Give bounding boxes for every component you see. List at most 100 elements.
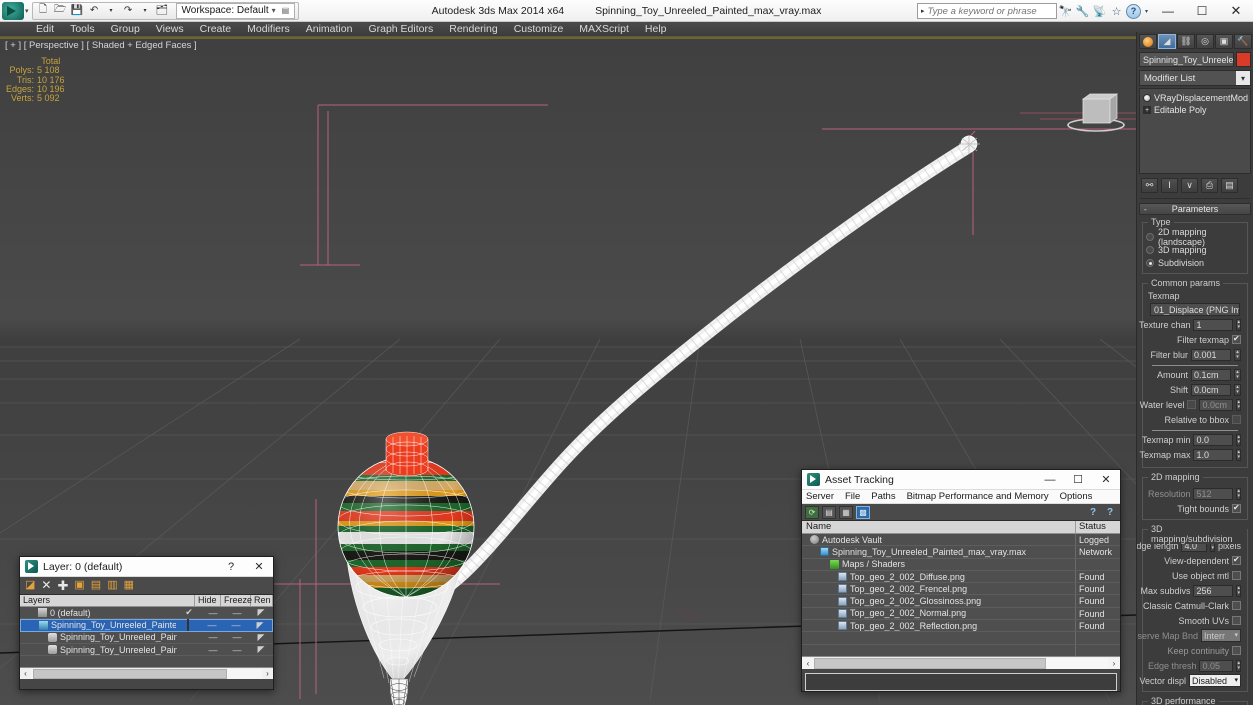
scroll-left-icon[interactable]: ‹: [802, 657, 814, 669]
help-icon[interactable]: ?: [1125, 2, 1142, 20]
layer-hscrollbar[interactable]: ‹ ›: [20, 667, 273, 679]
layer-render-toggle[interactable]: ◤: [249, 632, 273, 643]
layer-dialog-help-button[interactable]: ?: [217, 557, 245, 577]
hierarchy-tab[interactable]: ⛓: [1177, 34, 1195, 49]
vector-displ-select[interactable]: Disabled ▾: [1189, 674, 1241, 687]
close-button[interactable]: ✕: [1219, 0, 1253, 22]
grid-view-icon[interactable]: ▩: [856, 505, 870, 519]
at-menu-file[interactable]: File: [845, 491, 860, 502]
app-logo-icon[interactable]: [2, 1, 24, 20]
create-new-layer-icon[interactable]: ◪: [25, 580, 35, 591]
layer-list[interactable]: 0 (default) ✔ — — ◤ Spinning_Toy_Unreele…: [20, 607, 273, 667]
water-level-checkbox[interactable]: [1187, 400, 1197, 409]
scroll-thumb[interactable]: [814, 657, 1047, 669]
list-item[interactable]: 0 (default) ✔ — — ◤: [20, 607, 273, 620]
scroll-thumb[interactable]: [33, 668, 228, 679]
menu-item-modifiers[interactable]: Modifiers: [239, 22, 298, 37]
list-item[interactable]: Spinning_Toy_Unreeled_Painted — — ◤: [20, 632, 273, 644]
satellite-icon[interactable]: 📡: [1091, 2, 1108, 20]
keep-continuity-checkbox[interactable]: [1232, 646, 1241, 655]
relative-bbox-checkbox[interactable]: [1232, 415, 1241, 424]
table-row[interactable]: Autodesk Vault Logged: [802, 534, 1120, 547]
layer-render-toggle[interactable]: ◤: [249, 607, 273, 618]
asset-tracking-close-button[interactable]: ✕: [1092, 470, 1120, 490]
amount-spinner[interactable]: ▴ ▾: [1234, 368, 1241, 381]
table-row[interactable]: Top_geo_2_002_Frencel.png Found: [802, 583, 1120, 596]
add-selection-icon[interactable]: ✚: [57, 579, 68, 592]
menu-item-customize[interactable]: Customize: [506, 22, 572, 37]
layer-freeze-toggle[interactable]: —: [225, 645, 249, 655]
pin-stack-icon[interactable]: ⚯: [1141, 178, 1158, 193]
menu-item-animation[interactable]: Animation: [298, 22, 361, 37]
table-row[interactable]: Top_geo_2_002_Diffuse.png Found: [802, 570, 1120, 584]
radio-icon[interactable]: [1146, 233, 1154, 241]
menu-item-help[interactable]: Help: [637, 22, 675, 37]
texmap-max-input[interactable]: 1.0: [1193, 448, 1234, 461]
layer-freeze-toggle[interactable]: —: [225, 608, 249, 618]
scroll-right-icon[interactable]: ›: [262, 669, 273, 678]
rollout-collapse-icon[interactable]: -: [1144, 205, 1147, 214]
edge-thresh-spinner[interactable]: ▴ ▾: [1236, 659, 1241, 672]
layer-active-check[interactable]: [176, 619, 200, 632]
chevron-down-icon[interactable]: ▾: [1234, 675, 1238, 687]
list-item[interactable]: Spinning_Toy_Unreeled_Painted — — ◤: [20, 644, 273, 657]
menu-item-create[interactable]: Create: [192, 22, 240, 37]
filter-blur-input[interactable]: 0.001: [1191, 348, 1231, 361]
object-color-swatch[interactable]: [1236, 52, 1251, 67]
at-menu-paths[interactable]: Paths: [871, 491, 895, 502]
scroll-track[interactable]: [814, 657, 1108, 669]
remove-modifier-icon[interactable]: ⎙: [1201, 178, 1218, 193]
table-row[interactable]: Top_geo_2_002_Reflection.png Found: [802, 620, 1120, 633]
undo-dropdown-icon[interactable]: ▾: [104, 3, 119, 18]
view-dependent-checkbox[interactable]: [1232, 555, 1241, 565]
at-menu-server[interactable]: Server: [806, 491, 834, 502]
select-child-icon[interactable]: ▥: [107, 580, 117, 591]
layer-hide-toggle[interactable]: —: [200, 620, 224, 630]
column-header-hide[interactable]: Hide: [195, 595, 221, 606]
edge-thresh-input[interactable]: 0.05: [1199, 659, 1234, 672]
shift-spinner[interactable]: ▴ ▾: [1234, 383, 1241, 396]
amount-input[interactable]: 0.1cm: [1191, 368, 1231, 381]
menu-item-graph-editors[interactable]: Graph Editors: [360, 22, 441, 37]
at-menu-options[interactable]: Options: [1060, 491, 1093, 502]
modifier-stack-item-editablepoly[interactable]: + Editable Poly: [1140, 104, 1250, 116]
redo-dropdown-icon[interactable]: ▾: [138, 3, 153, 18]
texture-chan-input[interactable]: 1: [1193, 318, 1234, 331]
undo-icon[interactable]: ↶: [87, 3, 102, 18]
display-tab[interactable]: ▣: [1215, 34, 1233, 49]
wrench-icon[interactable]: 🔧: [1074, 2, 1091, 20]
table-row[interactable]: Top_geo_2_002_Glossinoss.png Found: [802, 595, 1120, 608]
binoculars-icon[interactable]: 🔭: [1057, 2, 1074, 20]
help-caret-icon[interactable]: ▾: [1142, 2, 1151, 20]
open-file-icon[interactable]: 🗁: [53, 3, 68, 18]
search-input[interactable]: [927, 4, 1056, 18]
modify-tab[interactable]: ◢: [1158, 34, 1176, 49]
viewport-label[interactable]: [ + ] [ Perspective ] [ Shaded + Edged F…: [5, 40, 197, 51]
column-header-name[interactable]: Name: [802, 521, 1076, 533]
search-box[interactable]: ▸: [917, 3, 1057, 19]
hide-layer-icon[interactable]: ▦: [124, 580, 134, 591]
preserve-map-bnd-select[interactable]: Interr ▾: [1201, 629, 1241, 642]
layer-hide-toggle[interactable]: —: [201, 645, 225, 655]
table-row[interactable]: Maps / Shaders: [802, 558, 1120, 571]
list-view-icon[interactable]: ▤: [822, 505, 836, 519]
texture-chan-spinner[interactable]: ▴ ▾: [1236, 318, 1241, 331]
asset-tracking-minimize-button[interactable]: —: [1036, 470, 1064, 490]
motion-tab[interactable]: ◎: [1196, 34, 1214, 49]
radio-icon[interactable]: [1146, 246, 1154, 254]
menu-item-edit[interactable]: Edit: [28, 22, 62, 37]
save-file-icon[interactable]: 💾: [70, 3, 85, 18]
use-object-mtl-checkbox[interactable]: [1232, 571, 1241, 580]
detail-view-icon[interactable]: ▦: [839, 505, 853, 519]
layer-render-toggle[interactable]: ◤: [248, 620, 272, 631]
asset-tracking-hscrollbar[interactable]: ‹ ›: [802, 656, 1120, 669]
menu-item-views[interactable]: Views: [148, 22, 192, 37]
column-header-layers[interactable]: Layers: [20, 595, 195, 606]
filter-blur-spinner[interactable]: ▴ ▾: [1234, 348, 1241, 361]
search-caret-icon[interactable]: ▸: [918, 7, 928, 15]
star-icon[interactable]: ☆: [1108, 2, 1125, 20]
layer-render-toggle[interactable]: ◤: [249, 644, 273, 655]
modifier-stack[interactable]: VRayDisplacementMod + Editable Poly: [1139, 88, 1251, 174]
expand-plus-icon[interactable]: +: [1143, 106, 1151, 114]
help-question-icon[interactable]: ?: [1086, 506, 1100, 519]
